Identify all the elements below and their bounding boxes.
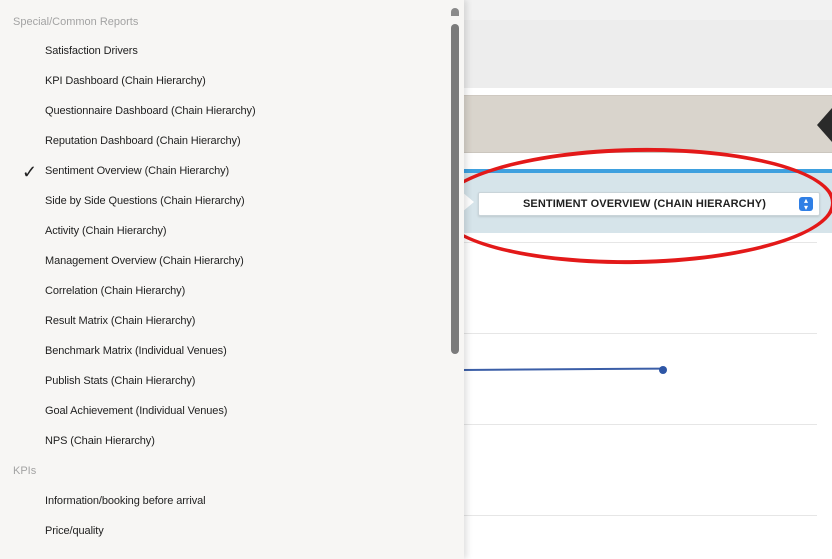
menu-item-label: KPI Dashboard (Chain Hierarchy) bbox=[45, 75, 206, 87]
menu-item[interactable]: Satisfaction Drivers bbox=[0, 36, 450, 66]
menu-item-label: Side by Side Questions (Chain Hierarchy) bbox=[45, 195, 245, 207]
menu-item[interactable]: Management Overview (Chain Hierarchy) bbox=[0, 246, 450, 276]
highlight-annotation-ellipse bbox=[436, 144, 832, 268]
menu-item-label: Reputation Dashboard (Chain Hierarchy) bbox=[45, 135, 241, 147]
menu-item-label: Activity (Chain Hierarchy) bbox=[45, 225, 167, 237]
menu-item-label: Sentiment Overview (Chain Hierarchy) bbox=[45, 165, 230, 177]
menu-item[interactable]: Reputation Dashboard (Chain Hierarchy) bbox=[0, 126, 450, 156]
menu-item-label: Questionnaire Dashboard (Chain Hierarchy… bbox=[45, 105, 256, 117]
chart-gridline bbox=[462, 333, 817, 334]
chart-gridline bbox=[462, 424, 817, 425]
menu-scrollbar-cap bbox=[451, 8, 459, 16]
report-dropdown-menu[interactable]: Special/Common Reports Satisfaction Drive… bbox=[0, 0, 464, 559]
menu-item[interactable]: Information/booking before arrival bbox=[0, 486, 450, 516]
menu-item-label: Benchmark Matrix (Individual Venues) bbox=[45, 345, 227, 357]
menu-item[interactable]: NPS (Chain Hierarchy) bbox=[0, 426, 450, 456]
menu-item[interactable]: Side by Side Questions (Chain Hierarchy) bbox=[0, 186, 450, 216]
chart-data-point[interactable] bbox=[659, 366, 667, 374]
menu-item-label: Satisfaction Drivers bbox=[45, 45, 138, 57]
menu-item[interactable]: Activity (Chain Hierarchy) bbox=[0, 216, 450, 246]
checkmark-icon: ✓ bbox=[22, 162, 37, 182]
menu-item[interactable]: Result Matrix (Chain Hierarchy) bbox=[0, 306, 450, 336]
menu-item[interactable]: Goal Achievement (Individual Venues) bbox=[0, 396, 450, 426]
menu-item[interactable]: Price/quality bbox=[0, 516, 450, 546]
menu-item-label: Result Matrix (Chain Hierarchy) bbox=[45, 315, 196, 327]
menu-item-label: Management Overview (Chain Hierarchy) bbox=[45, 255, 244, 267]
menu-item-label: Correlation (Chain Hierarchy) bbox=[45, 285, 186, 297]
menu-item-label: Information/booking before arrival bbox=[45, 495, 206, 507]
menu-item[interactable]: KPI Dashboard (Chain Hierarchy) bbox=[0, 66, 450, 96]
chart-series-line bbox=[461, 367, 664, 371]
menu-item-label: Goal Achievement (Individual Venues) bbox=[45, 405, 228, 417]
menu-item-label: Publish Stats (Chain Hierarchy) bbox=[45, 375, 196, 387]
menu-scrollbar-thumb[interactable] bbox=[451, 24, 459, 354]
menu-item-label: NPS (Chain Hierarchy) bbox=[45, 435, 155, 447]
menu-item[interactable]: Publish Stats (Chain Hierarchy) bbox=[0, 366, 450, 396]
menu-group-header: KPIs bbox=[13, 465, 37, 477]
menu-item-label: Price/quality bbox=[45, 525, 104, 537]
menu-item[interactable]: Benchmark Matrix (Individual Venues) bbox=[0, 336, 450, 366]
menu-item[interactable]: ✓ Sentiment Overview (Chain Hierarchy) bbox=[0, 156, 450, 186]
menu-item[interactable]: Correlation (Chain Hierarchy) bbox=[0, 276, 450, 306]
menu-item[interactable]: Questionnaire Dashboard (Chain Hierarchy… bbox=[0, 96, 450, 126]
report-menu-list: Special/Common Reports Satisfaction Drive… bbox=[0, 8, 450, 546]
chart-gridline bbox=[462, 515, 817, 516]
menu-group-header: Special/Common Reports bbox=[13, 16, 139, 28]
collapse-arrow-icon[interactable] bbox=[817, 108, 832, 142]
